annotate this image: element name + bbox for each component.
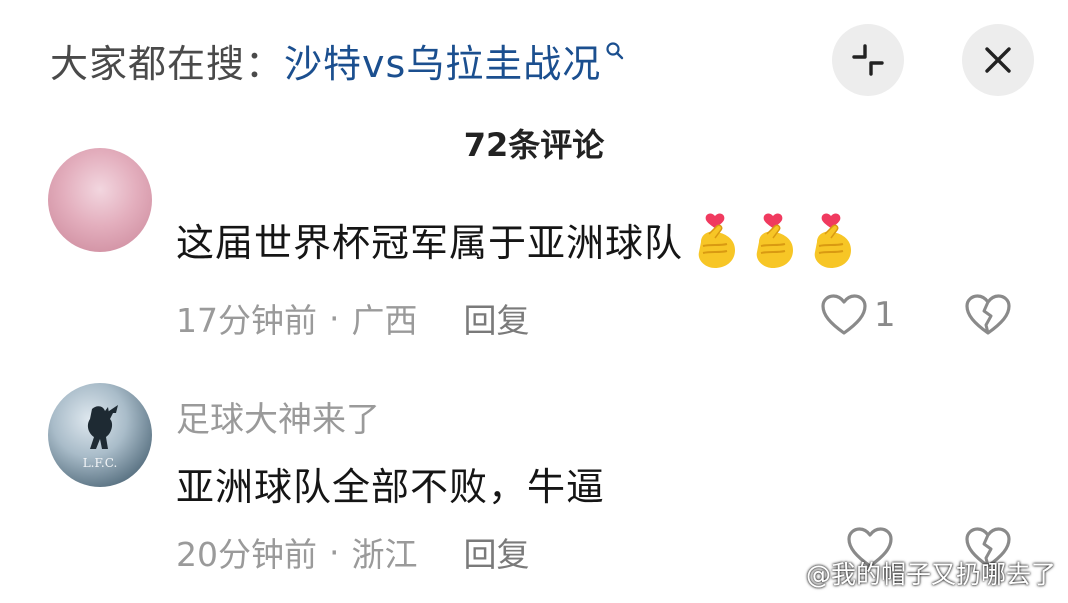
close-icon: [985, 47, 1011, 73]
comment-username[interactable]: 足球大神来了: [176, 392, 380, 441]
comment-text: 这届世界杯冠军属于亚洲球队: [176, 212, 857, 279]
search-icon: [605, 41, 625, 65]
comment-location: 浙江: [351, 535, 418, 574]
collapse-button[interactable]: [832, 24, 904, 96]
comment-body: 这届世界杯冠军属于亚洲球队: [176, 221, 684, 265]
finger-heart-emoji: [689, 212, 741, 279]
comment-location: 广西: [351, 301, 418, 340]
meta-separator: ·: [329, 298, 340, 338]
avatar[interactable]: [48, 148, 152, 252]
watermark-text: @我的帽子又扔哪去了: [805, 560, 1056, 589]
comment-time: 20分钟前: [176, 535, 317, 574]
search-suggestion[interactable]: 大家都在搜： 沙特vs乌拉圭战况: [50, 30, 625, 90]
comment-text: 亚洲球队全部不败，牛逼: [176, 456, 605, 511]
reply-button[interactable]: 回复: [464, 528, 530, 576]
search-query-link[interactable]: 沙特vs乌拉圭战况: [284, 33, 601, 88]
comment-meta: 20分钟前 · 浙江 回复: [176, 528, 530, 576]
heart-icon: [821, 294, 867, 335]
lfc-crest-icon: L.F.C.: [83, 405, 118, 470]
comments-sheet: 大家都在搜： 沙特vs乌拉圭战况 72条评论 这届世界杯冠军属于亚洲球队 17分…: [0, 0, 1068, 603]
meta-separator: ·: [329, 532, 340, 572]
close-button[interactable]: [962, 24, 1034, 96]
search-prefix: 大家都在搜：: [50, 41, 285, 86]
dislike-button[interactable]: [964, 293, 1012, 341]
avatar-text: L.F.C.: [83, 456, 118, 470]
avatar[interactable]: L.F.C.: [48, 383, 152, 487]
like-button[interactable]: 1: [820, 293, 896, 337]
comment-time: 17分钟前: [176, 301, 317, 340]
reply-button[interactable]: 回复: [464, 294, 530, 342]
broken-heart-icon: [965, 294, 1011, 335]
collapse-icon: [852, 44, 884, 76]
comment-meta: 17分钟前 · 广西 回复: [176, 294, 530, 342]
like-count: 1: [874, 295, 896, 335]
comments-count-title: 72条评论: [463, 126, 605, 164]
finger-heart-emoji: [805, 212, 857, 279]
comment-body: 亚洲球队全部不败，牛逼: [176, 465, 606, 509]
finger-heart-emoji: [747, 212, 799, 279]
watermark: @我的帽子又扔哪去了: [768, 555, 1056, 591]
weibo-icon: [768, 562, 800, 586]
